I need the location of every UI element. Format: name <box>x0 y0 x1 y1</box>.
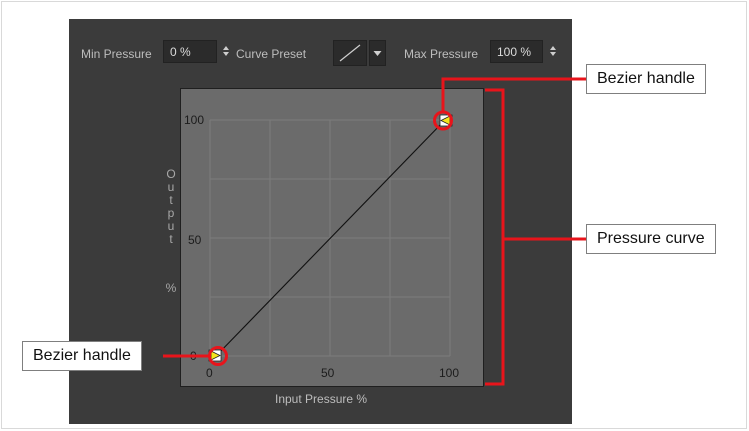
callout-bezier-handle-top: Bezier handle <box>586 64 706 94</box>
callout-pressure-curve: Pressure curve <box>586 224 716 254</box>
callout-bezier-handle-bottom: Bezier handle <box>22 341 142 371</box>
callout-connectors <box>163 77 586 386</box>
